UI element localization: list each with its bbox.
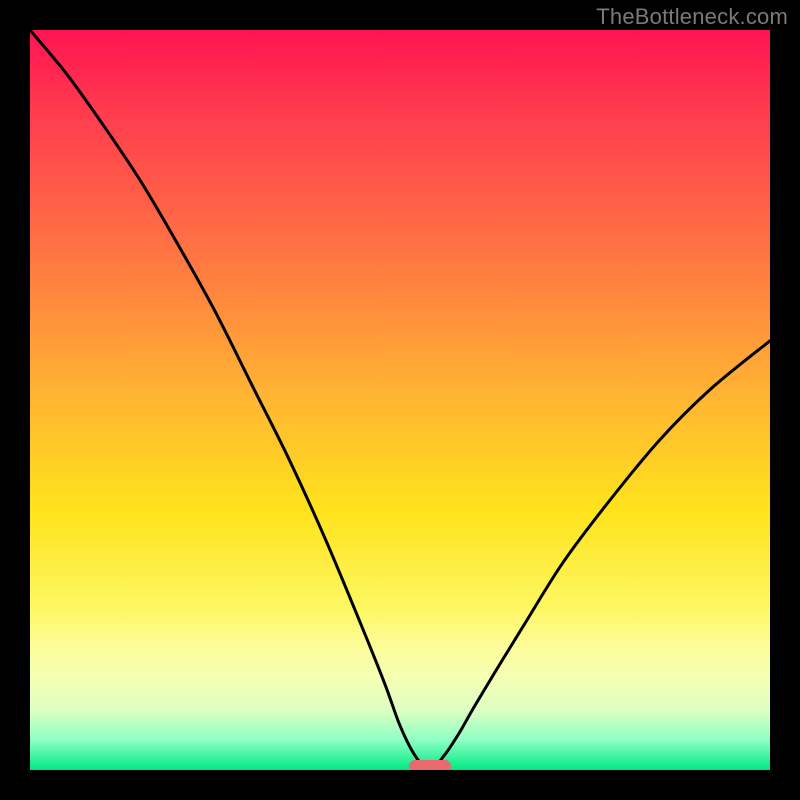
chart-container: TheBottleneck.com [0,0,800,800]
watermark: TheBottleneck.com [596,4,788,30]
plot-area [30,30,770,770]
min-marker [409,760,451,770]
bottleneck-curve [30,30,770,770]
